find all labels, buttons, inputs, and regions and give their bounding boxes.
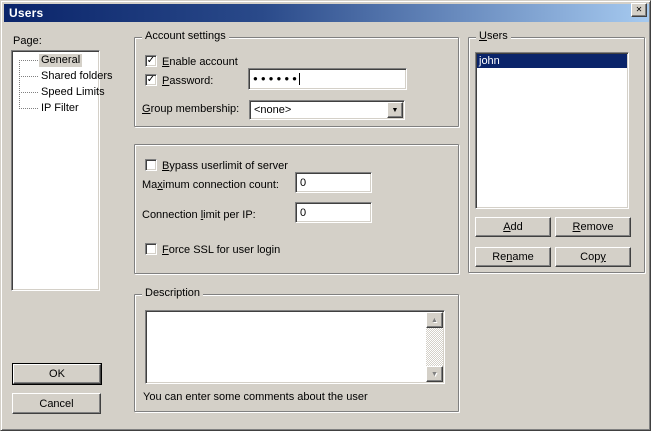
tree-item-shared-folders[interactable]: Shared folders bbox=[12, 70, 97, 83]
check-icon: ✓ bbox=[147, 56, 155, 66]
text-caret bbox=[299, 73, 300, 85]
users-group: Users john Add Remove Rename Copy bbox=[468, 37, 645, 273]
ok-button-label: OK bbox=[49, 368, 65, 380]
account-settings-group-title: Account settings bbox=[142, 30, 229, 43]
tree-branch-icon bbox=[19, 76, 38, 77]
titlebar[interactable]: Users bbox=[4, 4, 649, 22]
chevron-down-icon: ▼ bbox=[392, 107, 399, 114]
rename-button-label: Rename bbox=[492, 251, 534, 263]
tree-branch-icon bbox=[19, 108, 38, 109]
max-connection-count-input[interactable]: 0 bbox=[295, 172, 372, 193]
cancel-button[interactable]: Cancel bbox=[12, 393, 101, 414]
tree-branch-icon bbox=[19, 92, 38, 93]
description-caption: You can enter some comments about the us… bbox=[143, 391, 368, 403]
limits-group: Bypass userlimit of server Maximum conne… bbox=[134, 144, 459, 274]
description-group: Description ▲ ▼ You can enter some comme… bbox=[134, 294, 459, 412]
user-name: john bbox=[479, 55, 500, 67]
scroll-down-button[interactable]: ▼ bbox=[426, 366, 443, 382]
close-icon: ✕ bbox=[636, 6, 643, 14]
tree-item-ip-filter[interactable]: IP Filter bbox=[12, 102, 97, 115]
group-membership-select[interactable]: <none> ▼ bbox=[249, 100, 405, 120]
max-connection-count-label: Maximum connection count: bbox=[142, 179, 279, 191]
page-label: Page: bbox=[13, 35, 42, 47]
force-ssl-label[interactable]: Force SSL for user login bbox=[162, 244, 280, 256]
page-tree[interactable]: General Shared folders Speed Limits IP F… bbox=[11, 50, 100, 291]
copy-user-button[interactable]: Copy bbox=[555, 247, 631, 267]
tree-branch-icon bbox=[19, 60, 38, 61]
account-settings-group: Account settings ✓ Enable account ✓ Pass… bbox=[134, 37, 459, 127]
tree-item-general[interactable]: General bbox=[12, 54, 97, 67]
add-user-button[interactable]: Add bbox=[475, 217, 551, 237]
rename-user-button[interactable]: Rename bbox=[475, 247, 551, 267]
connection-limit-per-ip-value: 0 bbox=[300, 207, 306, 219]
close-button[interactable]: ✕ bbox=[631, 3, 647, 17]
user-list-item-selected[interactable]: john bbox=[477, 54, 627, 68]
scroll-up-button[interactable]: ▲ bbox=[426, 312, 443, 328]
password-label[interactable]: Password: bbox=[162, 75, 213, 87]
arrow-down-icon: ▼ bbox=[431, 371, 438, 378]
tree-item-label[interactable]: Shared folders bbox=[39, 70, 115, 83]
max-connection-count-value: 0 bbox=[300, 177, 306, 189]
cancel-button-label: Cancel bbox=[39, 398, 73, 410]
copy-button-label: Copy bbox=[580, 251, 606, 263]
bypass-userlimit-label[interactable]: Bypass userlimit of server bbox=[162, 160, 288, 172]
add-button-label: Add bbox=[503, 221, 523, 233]
users-dialog: Users ✕ Page: General Shared folders Spe… bbox=[0, 0, 651, 431]
tree-item-speed-limits[interactable]: Speed Limits bbox=[12, 86, 97, 99]
window-title: Users bbox=[4, 6, 43, 20]
users-listbox[interactable]: john bbox=[475, 52, 629, 209]
password-masked-value: ●●●●●● bbox=[253, 75, 300, 83]
arrow-up-icon: ▲ bbox=[431, 317, 438, 324]
dropdown-button[interactable]: ▼ bbox=[387, 102, 403, 118]
enable-account-label[interactable]: Enable account bbox=[162, 56, 238, 68]
description-textarea[interactable]: ▲ ▼ bbox=[145, 310, 445, 384]
group-membership-value: <none> bbox=[254, 104, 291, 116]
check-icon: ✓ bbox=[147, 75, 155, 85]
users-group-title: Users bbox=[476, 30, 511, 43]
ok-button[interactable]: OK bbox=[13, 364, 101, 384]
group-membership-label: Group membership: bbox=[142, 103, 239, 115]
password-checkbox[interactable]: ✓ bbox=[145, 74, 157, 86]
connection-limit-per-ip-input[interactable]: 0 bbox=[295, 202, 372, 223]
remove-button-label: Remove bbox=[573, 221, 614, 233]
password-input[interactable]: ●●●●●● bbox=[248, 68, 407, 90]
connection-limit-per-ip-label: Connection limit per IP: bbox=[142, 209, 256, 221]
enable-account-checkbox[interactable]: ✓ bbox=[145, 55, 157, 67]
remove-user-button[interactable]: Remove bbox=[555, 217, 631, 237]
bypass-userlimit-checkbox[interactable] bbox=[145, 159, 157, 171]
tree-item-label[interactable]: Speed Limits bbox=[39, 86, 107, 99]
description-scrollbar[interactable]: ▲ ▼ bbox=[426, 312, 443, 382]
tree-item-label[interactable]: General bbox=[39, 54, 82, 67]
force-ssl-checkbox[interactable] bbox=[145, 243, 157, 255]
tree-item-label[interactable]: IP Filter bbox=[39, 102, 81, 115]
description-group-title: Description bbox=[142, 287, 203, 300]
